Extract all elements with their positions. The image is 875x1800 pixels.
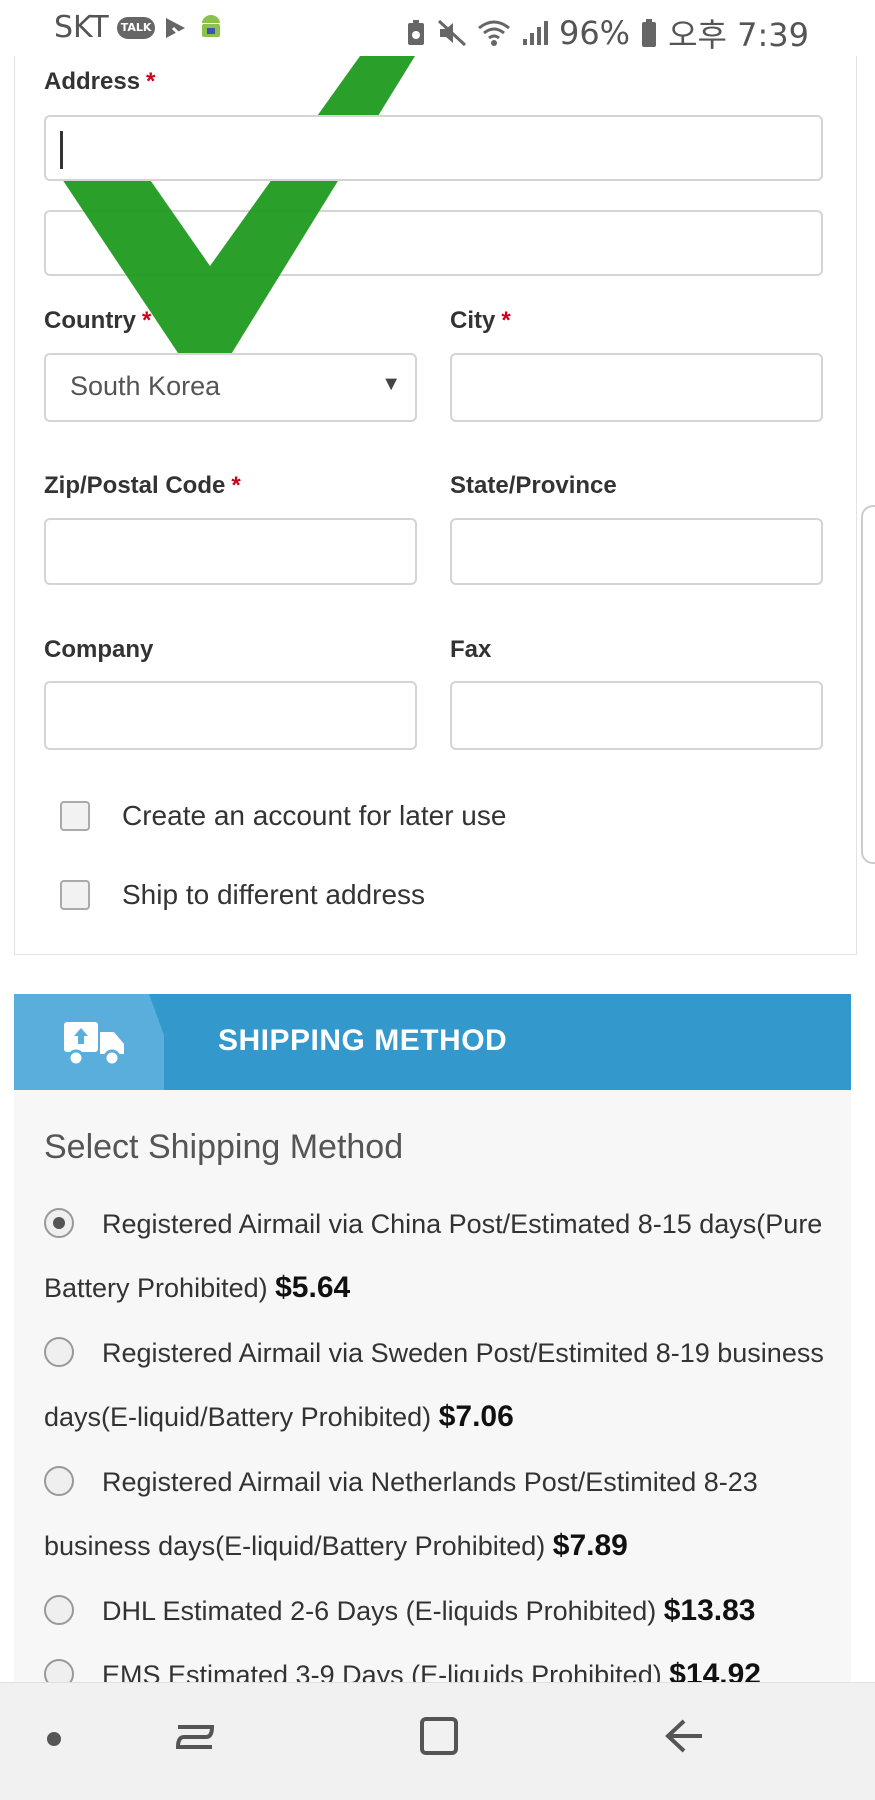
create-account-checkbox[interactable] <box>60 801 90 831</box>
scroll-handle[interactable] <box>861 505 875 864</box>
country-select[interactable]: South Korea ▼ <box>44 353 417 422</box>
header-icon-panel <box>14 994 164 1090</box>
state-input[interactable] <box>450 518 823 585</box>
city-label-text: City <box>450 307 496 334</box>
kakaotalk-icon: TALK <box>116 16 156 39</box>
shipping-method-title: SHIPPING METHOD <box>218 1024 508 1057</box>
option-price: $5.64 <box>275 1271 351 1304</box>
option-text: Registered Airmail via Sweden Post/Estim… <box>44 1338 824 1432</box>
address-label-text: Address <box>44 68 141 95</box>
address-line1-input[interactable] <box>44 115 823 181</box>
state-label-text: State/Province <box>450 472 617 499</box>
zip-label: Zip/Postal Code * <box>44 472 241 500</box>
shipping-option-china-post[interactable]: Registered Airmail via China Post/Estima… <box>44 1192 834 1320</box>
create-account-label[interactable]: Create an account for later use <box>122 800 506 832</box>
address-label: Address * <box>44 68 155 96</box>
fax-input[interactable] <box>450 681 823 750</box>
city-input[interactable] <box>450 353 823 422</box>
city-label: City * <box>450 307 511 335</box>
radio-button[interactable] <box>44 1465 74 1496</box>
ship-different-label[interactable]: Ship to different address <box>122 879 425 911</box>
play-store-icon <box>166 17 186 38</box>
dot-indicator-icon[interactable] <box>44 1729 64 1749</box>
company-label-text: Company <box>44 636 154 663</box>
country-label-text: Country <box>44 307 136 334</box>
option-price: $7.89 <box>552 1529 628 1562</box>
required-mark: * <box>501 307 511 334</box>
carrier-name: SKT <box>54 10 109 45</box>
recent-apps-icon[interactable] <box>172 1713 218 1759</box>
required-mark: * <box>231 472 241 499</box>
delivery-truck-icon <box>64 1022 124 1067</box>
option-text: Registered Airmail via Netherlands Post/… <box>44 1467 758 1561</box>
shipping-method-header: SHIPPING METHOD <box>14 994 851 1090</box>
ship-different-row[interactable]: Ship to different address <box>60 879 425 911</box>
zip-label-text: Zip/Postal Code <box>44 472 226 499</box>
shipping-subtitle: Select Shipping Method <box>44 1128 404 1166</box>
status-left: SKT TALK <box>54 10 225 45</box>
clock: 오후 7:39 <box>668 16 809 54</box>
required-mark: * <box>146 68 156 95</box>
fax-label-text: Fax <box>450 636 492 663</box>
battery-saver-icon <box>407 20 424 45</box>
zip-input[interactable] <box>44 518 417 585</box>
text-caret <box>60 131 63 169</box>
back-button-icon[interactable] <box>662 1713 708 1759</box>
signal-icon <box>522 21 548 45</box>
option-text: Registered Airmail via China Post/Estima… <box>44 1209 823 1303</box>
status-bar: SKT TALK 96% 오후 7:39 <box>0 0 875 56</box>
home-button-icon[interactable] <box>416 1713 462 1759</box>
shipping-option-dhl[interactable]: DHL Estimated 2-6 Days (E-liquids Prohib… <box>44 1579 834 1643</box>
country-selected-value: South Korea <box>70 371 221 401</box>
system-navigation-bar <box>0 1682 875 1800</box>
country-label: Country * <box>44 307 151 335</box>
create-account-row[interactable]: Create an account for later use <box>60 800 506 832</box>
address-line2-input[interactable] <box>44 210 823 276</box>
shipping-option-netherlands-post[interactable]: Registered Airmail via Netherlands Post/… <box>44 1450 834 1578</box>
ship-different-checkbox[interactable] <box>60 880 90 910</box>
status-right: 96% 오후 7:39 <box>405 10 809 56</box>
fax-label: Fax <box>450 636 491 664</box>
required-mark: * <box>142 307 152 334</box>
battery-percent: 96% <box>558 14 631 52</box>
company-label: Company <box>44 636 153 664</box>
company-input[interactable] <box>44 681 417 750</box>
state-label: State/Province <box>450 472 617 500</box>
option-price: $7.06 <box>438 1400 514 1433</box>
wifi-icon <box>478 20 510 46</box>
option-price: $13.83 <box>663 1594 756 1627</box>
radio-button[interactable] <box>44 1594 74 1625</box>
radio-selected[interactable] <box>44 1207 74 1238</box>
dropdown-arrow-icon: ▼ <box>381 373 401 395</box>
battery-icon <box>642 19 657 47</box>
shipping-option-sweden-post[interactable]: Registered Airmail via Sweden Post/Estim… <box>44 1321 834 1449</box>
android-icon <box>202 14 221 37</box>
option-text: DHL Estimated 2-6 Days (E-liquids Prohib… <box>102 1596 657 1626</box>
radio-button[interactable] <box>44 1336 74 1367</box>
mute-icon <box>437 19 466 47</box>
